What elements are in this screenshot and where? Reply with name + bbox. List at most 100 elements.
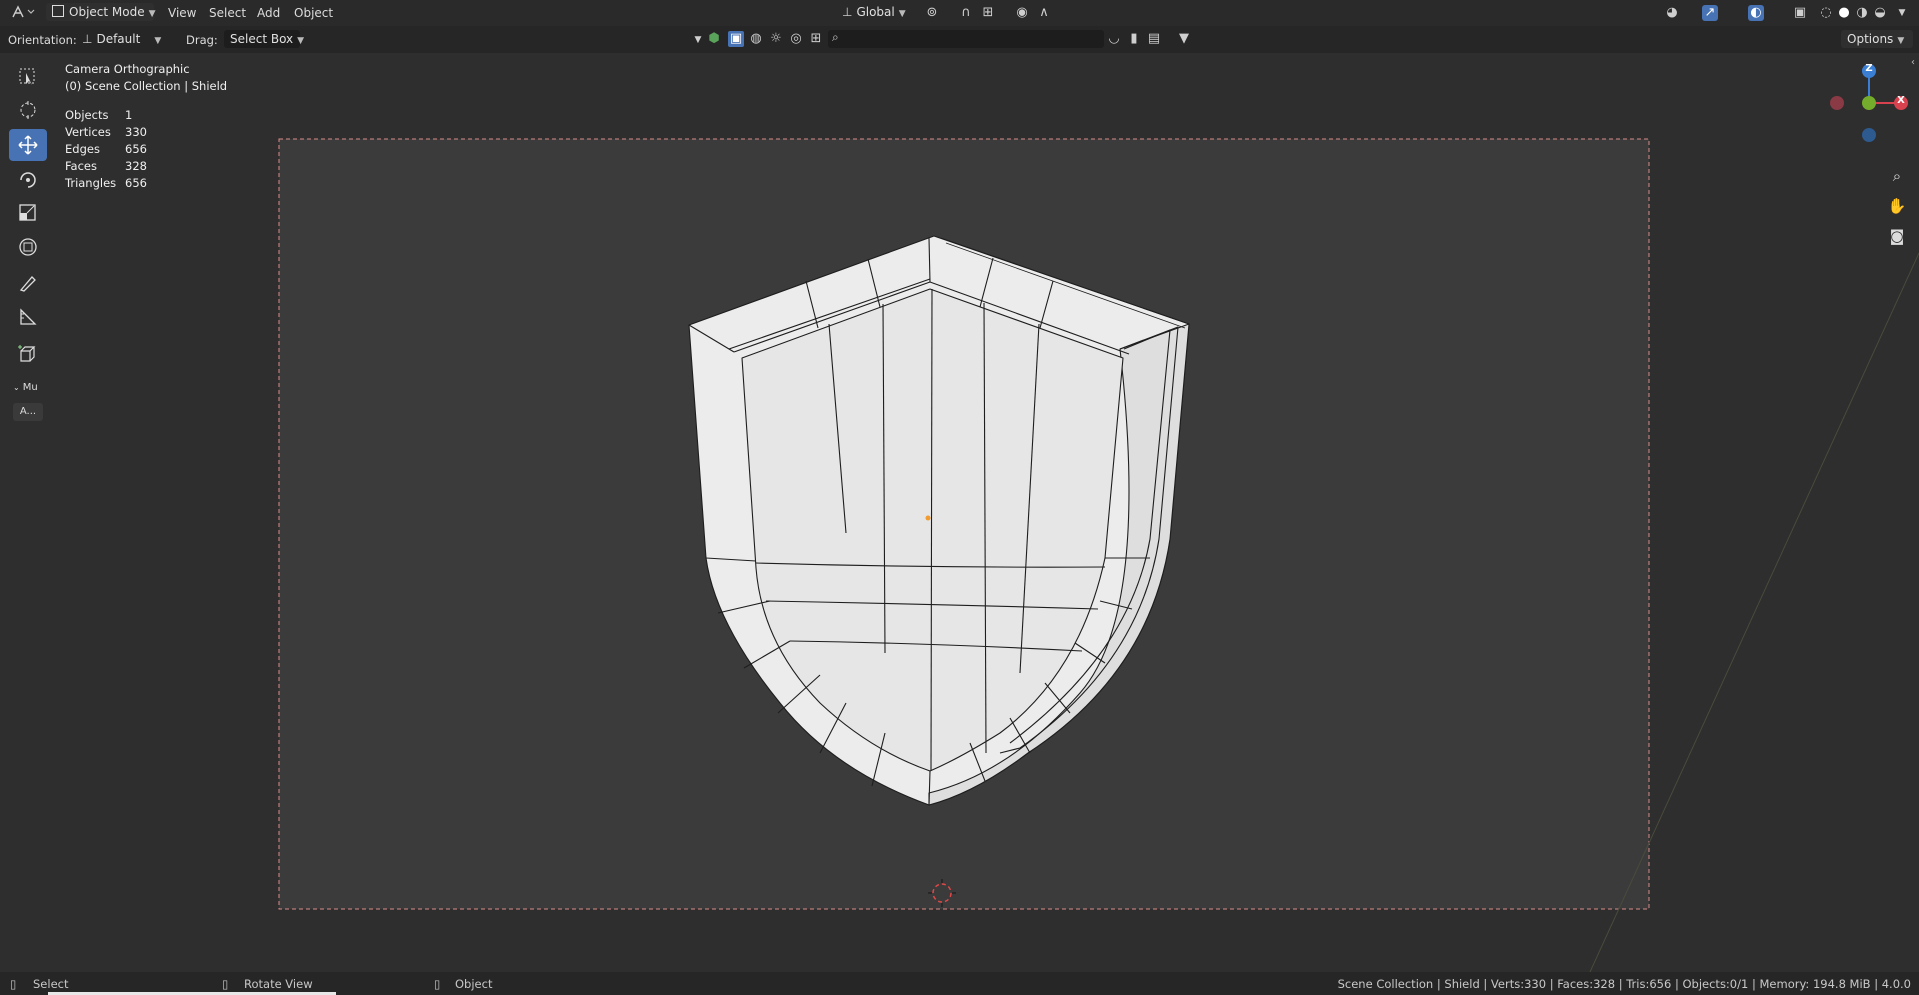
world-filter-icon[interactable]: ◎ xyxy=(788,31,804,47)
camera-view-icon[interactable]: ◙ xyxy=(1884,223,1910,249)
overlay-toggle-icon[interactable]: ◐ xyxy=(1748,5,1764,21)
options-dropdown[interactable]: Options ▼ xyxy=(1841,30,1913,48)
zoom-icon[interactable]: ⌕ xyxy=(1884,163,1910,189)
cursor-tool[interactable] xyxy=(9,94,47,126)
chevron-down-icon: ▼ xyxy=(297,36,305,46)
scale-icon xyxy=(19,204,36,221)
tool-panel: ⌄ Mu A... xyxy=(9,377,47,427)
hierarchy-icon[interactable]: ▤ xyxy=(1146,31,1162,47)
status-info: Scene Collection | Shield | Verts:330 | … xyxy=(1337,977,1911,991)
move-tool[interactable] xyxy=(9,129,47,161)
middle-mouse-icon: ▯ xyxy=(222,977,229,991)
chevron-down-icon: ▼ xyxy=(898,9,906,19)
viewport-text-overlay: Camera Orthographic (0) Scene Collection… xyxy=(65,61,227,192)
gizmo-y-axis[interactable] xyxy=(1862,96,1876,110)
material-filter-icon[interactable]: ◍ xyxy=(748,31,764,47)
measure-ruler-icon xyxy=(20,308,37,325)
chevron-down-icon: ⌄ xyxy=(13,383,20,392)
transform-tool[interactable] xyxy=(9,231,47,263)
tool-panel-item[interactable]: A... xyxy=(13,403,43,421)
tool-settings-bar: Orientation: ⊥ Default ▼ Drag: Select Box ▼… xyxy=(0,26,1919,53)
cursor-icon xyxy=(20,101,36,119)
outliner-filter-icon[interactable]: ⬢ xyxy=(706,31,722,47)
render-filter-icon[interactable]: ⊞ xyxy=(808,31,824,47)
bookmark-icon[interactable]: ▮ xyxy=(1126,31,1142,47)
falloff-icon[interactable]: ∧ xyxy=(1036,5,1052,21)
select-box-icon xyxy=(19,68,35,85)
pan-hand-icon[interactable]: ✋ xyxy=(1884,193,1910,219)
search-icon: ⌕ xyxy=(832,30,839,44)
shading-material-icon[interactable]: ◑ xyxy=(1854,5,1870,21)
object-filter-icon[interactable]: ▣ xyxy=(728,31,744,47)
chevron-down-icon: ▼ xyxy=(1897,36,1905,46)
chevron-down-icon: ▼ xyxy=(154,36,162,46)
editor-type-icon xyxy=(12,5,35,18)
collection-name: (0) Scene Collection | Shield xyxy=(65,79,228,93)
proportional-editing-icon[interactable]: ◉ xyxy=(1014,5,1030,21)
status-left-mouse: Select xyxy=(33,977,69,991)
light-filter-icon[interactable]: ☼ xyxy=(768,31,784,47)
status-bar: ▯ Select ▯ Rotate View ▯ Object Scene Co… xyxy=(0,972,1919,995)
snap-icon[interactable]: ∩ xyxy=(958,5,974,21)
drag-label: Drag: xyxy=(186,33,218,47)
left-mouse-icon: ▯ xyxy=(10,977,17,991)
add-cube-tool[interactable] xyxy=(9,338,47,370)
pivot-point-icon[interactable]: ⊚ xyxy=(924,5,940,21)
scale-tool[interactable] xyxy=(9,197,47,229)
select-box-tool[interactable] xyxy=(9,61,47,93)
menu-object[interactable]: Object xyxy=(294,4,333,22)
stat-row: Faces 328 xyxy=(65,159,147,173)
stat-row: Objects 1 xyxy=(65,108,133,122)
chevron-down-icon[interactable]: ▼ xyxy=(1894,5,1910,21)
shading-wireframe-icon[interactable]: ◌ xyxy=(1818,5,1834,21)
tool-panel-header[interactable]: ⌄ Mu xyxy=(13,382,38,393)
object-origin-dot xyxy=(925,515,931,521)
3d-viewport[interactable]: Z X ⌕ ✋ ◙ ‹ Camera Orthographic (0) Scen… xyxy=(0,53,1919,972)
visibility-icon[interactable]: ◕ xyxy=(1664,5,1680,21)
status-middle-mouse: Rotate View xyxy=(244,977,313,991)
rotate-tool[interactable] xyxy=(9,164,47,196)
transform-icon xyxy=(19,238,37,256)
menu-select[interactable]: Select xyxy=(209,4,246,22)
stat-row: Edges 656 xyxy=(65,142,147,156)
shading-solid-icon[interactable]: ● xyxy=(1836,5,1852,21)
status-right-mouse: Object xyxy=(455,977,493,991)
orientation-axis-icon: ⊥ xyxy=(82,32,93,46)
filter-icon[interactable]: ▼ xyxy=(1176,31,1192,47)
measure-tool[interactable] xyxy=(9,301,47,333)
stat-row: Vertices 330 xyxy=(65,125,147,139)
gizmo-neg-z-axis[interactable] xyxy=(1862,128,1876,142)
object-mode-icon xyxy=(52,5,64,17)
right-mouse-icon: ▯ xyxy=(434,977,441,991)
gizmo-x-label: X xyxy=(1897,95,1905,106)
header-bar: Object Mode ▼ View Select Add Object ⊥ Glo… xyxy=(0,0,1919,26)
stat-row: Triangles 656 xyxy=(65,176,147,190)
shading-rendered-icon[interactable]: ◒ xyxy=(1872,5,1888,21)
gizmo-neg-x-axis[interactable] xyxy=(1830,96,1844,110)
chevron-down-icon: ▼ xyxy=(148,9,156,19)
snap-target-icon[interactable]: ⊞ xyxy=(980,5,996,21)
search-input[interactable]: ⌕ xyxy=(828,30,1104,48)
annotate-tool[interactable] xyxy=(9,267,47,299)
orientation-icon: ⊥ xyxy=(842,5,853,19)
menu-add[interactable]: Add xyxy=(257,4,280,22)
orientation-dropdown[interactable]: ⊥ Default ▼ xyxy=(76,30,172,48)
transform-orientation-dropdown[interactable]: ⊥ Global ▼ xyxy=(836,3,914,21)
rotate-icon xyxy=(20,172,36,188)
mode-dropdown[interactable]: Object Mode ▼ xyxy=(46,3,156,21)
gizmo-toggle-icon[interactable]: ↗ xyxy=(1702,5,1718,21)
editor-type-button[interactable] xyxy=(10,4,36,22)
xray-icon[interactable]: ▣ xyxy=(1792,5,1808,21)
link-icon[interactable]: ◡ xyxy=(1106,31,1122,47)
view-name: Camera Orthographic xyxy=(65,62,190,76)
sidebar-toggle-icon[interactable]: ‹ xyxy=(1911,57,1915,68)
drag-dropdown[interactable]: Select Box ▼ xyxy=(224,30,304,48)
menu-view[interactable]: View xyxy=(168,4,196,22)
gizmo-z-label: Z xyxy=(1865,63,1873,74)
annotate-pencil-icon xyxy=(19,276,36,292)
viewport-canvas xyxy=(0,53,1919,972)
move-icon xyxy=(18,135,38,155)
chevron-down-icon[interactable]: ▼ xyxy=(690,32,706,48)
add-cube-icon xyxy=(18,345,36,362)
orientation-label: Orientation: xyxy=(8,33,77,47)
